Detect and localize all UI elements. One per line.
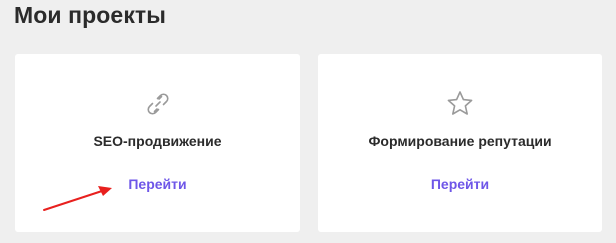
go-to-project-link-label[interactable]: Перейти — [431, 176, 489, 192]
go-to-project-link[interactable]: Перейти — [318, 176, 602, 192]
star-icon — [447, 91, 473, 115]
project-card-reputation: Формирование репутации Перейти — [318, 54, 602, 232]
card-title: Формирование репутации — [368, 133, 552, 149]
page-title: Мои проекты — [14, 2, 167, 28]
go-to-project-link-label[interactable]: Перейти — [128, 176, 186, 192]
red-arrow-annotation — [43, 186, 112, 211]
card-title: SEO-продвижение — [93, 133, 222, 149]
link-icon — [146, 93, 169, 115]
